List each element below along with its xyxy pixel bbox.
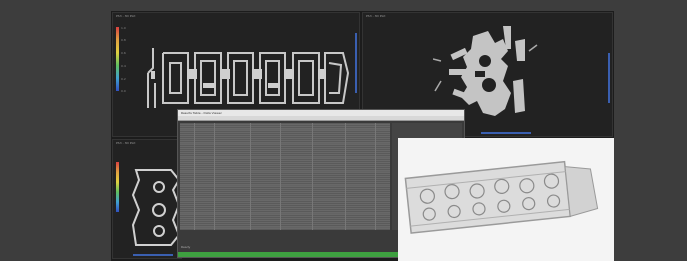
data-grid[interactable] [180,123,390,230]
legend-label: 0.2 [121,77,126,81]
table-row[interactable] [180,227,390,229]
legend-label: 0.0 [121,89,126,93]
cylinder-head-outline-plot [131,169,181,246]
cylinder-head-profile-plot [147,48,350,108]
grid-column-divider [214,123,215,230]
color-legend [116,27,119,91]
window-toolbar[interactable] [178,116,464,121]
legend-label: 0.4 [121,64,126,68]
window-title: PS3 - 3D Plot [116,14,136,18]
window-title: PS3 - 3D Plot [116,141,136,145]
grid-rows [180,123,390,229]
grid-column-divider [250,123,251,230]
color-legend [116,162,119,212]
window-title: PS3 - 3D Plot [366,14,386,18]
grid-column-divider [375,123,376,230]
vertical-scrollbar[interactable] [355,33,357,93]
horizontal-scrollbar[interactable] [481,132,531,134]
legend-label: 0.8 [121,38,126,42]
status-text: Ready [181,245,191,249]
legend-label: 1.0 [121,26,126,30]
plot-window-bottom-left[interactable]: PS3 - 3D Plot [112,139,182,259]
legend-label: 0.6 [121,51,126,55]
grid-column-divider [312,123,313,230]
horizontal-scrollbar[interactable] [133,254,173,256]
cad-render-window[interactable] [398,138,614,261]
photo-frame: PS3 - 3D Plot 1.0 0.8 0.6 0.4 0.2 0.0 PS… [0,0,687,261]
cylinder-head-render [404,160,599,234]
monitor-screen: PS3 - 3D Plot 1.0 0.8 0.6 0.4 0.2 0.0 PS… [111,11,614,261]
vertical-scrollbar[interactable] [608,53,610,103]
grid-column-divider [194,123,195,230]
grid-column-divider [345,123,346,230]
window-title: Results Table - Data Viewer [181,111,222,115]
grid-column-divider [280,123,281,230]
